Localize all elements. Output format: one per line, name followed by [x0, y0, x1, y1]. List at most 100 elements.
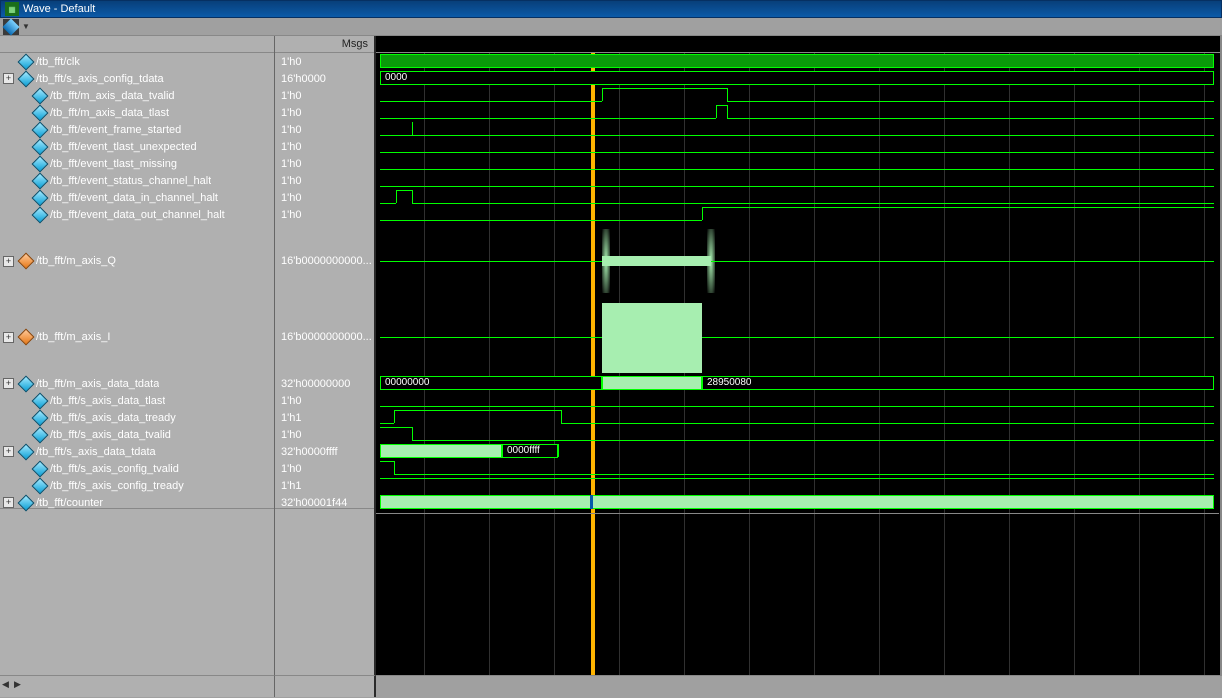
signal-row[interactable]: /tb_fft/event_frame_started	[0, 121, 274, 138]
value-row: 16'h0000	[275, 70, 374, 87]
signal-row[interactable]: /tb_fft/event_data_out_channel_halt	[0, 206, 274, 223]
signal-row[interactable]: /tb_fft/event_status_channel_halt	[0, 172, 274, 189]
value-row: 1'h0	[275, 87, 374, 104]
signal-name: /tb_fft/s_axis_data_tready	[50, 412, 176, 424]
signal-value: 1'h0	[275, 158, 301, 170]
signal-value: 16'h0000	[275, 73, 326, 85]
signal-row[interactable]: /tb_fft/event_data_in_channel_halt	[0, 189, 274, 206]
waveform-bit	[380, 135, 1214, 136]
signal-icon	[18, 443, 35, 460]
expand-button[interactable]: +	[3, 378, 14, 389]
value-row: 1'h0	[275, 121, 374, 138]
signal-row[interactable]: + /tb_fft/counter	[0, 494, 274, 511]
value-row: 1'h0	[275, 104, 374, 121]
signal-name: /tb_fft/clk	[36, 56, 80, 68]
signal-name: /tb_fft/s_axis_config_tdata	[36, 73, 164, 85]
scroll-left-icon[interactable]: ◀	[2, 679, 12, 691]
signal-name: /tb_fft/s_axis_data_tdata	[36, 446, 156, 458]
waveform-bit	[380, 186, 1214, 187]
expand-button[interactable]: +	[3, 497, 14, 508]
value-row: 1'h1	[275, 477, 374, 494]
value-row: 16'b0000000000...	[275, 299, 374, 375]
signal-icon	[32, 189, 49, 206]
signal-row[interactable]: /tb_fft/s_axis_config_tready	[0, 477, 274, 494]
signal-row[interactable]: + /tb_fft/m_axis_Q	[0, 223, 274, 299]
signal-column-header	[0, 36, 274, 53]
signal-name: /tb_fft/m_axis_I	[36, 331, 110, 343]
signal-value: 32'h00001f44	[275, 497, 347, 509]
signal-icon	[18, 329, 35, 346]
value-row: 1'h0	[275, 172, 374, 189]
signal-row[interactable]: + /tb_fft/m_axis_data_tdata	[0, 375, 274, 392]
signal-name: /tb_fft/s_axis_data_tvalid	[50, 429, 171, 441]
signal-value: 1'h0	[275, 107, 301, 119]
gem-icon[interactable]	[3, 19, 19, 35]
signal-value: 1'h0	[275, 463, 301, 475]
signal-value: 1'h0	[275, 429, 301, 441]
value-row: 16'b0000000000...	[275, 223, 374, 299]
signal-name: /tb_fft/s_axis_config_tready	[50, 480, 184, 492]
signal-icon	[18, 70, 35, 87]
waveform-bit	[380, 152, 1214, 153]
signal-row[interactable]: /tb_fft/clk	[0, 53, 274, 70]
expand-button[interactable]: +	[3, 332, 14, 343]
wave-footer[interactable]	[376, 675, 1222, 697]
waveform-bit	[380, 169, 1214, 170]
scroll-right-icon[interactable]: ▶	[14, 679, 24, 691]
signal-row[interactable]: /tb_fft/event_tlast_missing	[0, 155, 274, 172]
signal-icon	[32, 104, 49, 121]
value-row: 32'h00000000	[275, 375, 374, 392]
waveform-clock	[380, 54, 1214, 68]
signal-row[interactable]: /tb_fft/s_axis_data_tlast	[0, 392, 274, 409]
waveform-bit	[702, 207, 1214, 208]
signal-row[interactable]: /tb_fft/s_axis_data_tready	[0, 409, 274, 426]
signal-icon	[32, 172, 49, 189]
dropdown-arrow-icon[interactable]: ▼	[21, 19, 31, 35]
signal-row[interactable]: + /tb_fft/s_axis_config_tdata	[0, 70, 274, 87]
window-titlebar: ▦ Wave - Default	[0, 0, 1222, 18]
signal-value: 1'h0	[275, 192, 301, 204]
waveform-bit	[380, 478, 1214, 479]
signal-footer: ◀ ▶	[0, 675, 275, 697]
signal-name: /tb_fft/counter	[36, 497, 103, 509]
signal-name: /tb_fft/s_axis_config_tvalid	[50, 463, 179, 475]
signal-row[interactable]: /tb_fft/s_axis_config_tvalid	[0, 460, 274, 477]
signal-icon	[32, 409, 49, 426]
signal-icon	[32, 206, 49, 223]
value-row: 1'h0	[275, 460, 374, 477]
value-list: 1'h0 16'h0000 1'h0 1'h0 1'h0 1'h0 1'h0 1'h0 1'h0…	[275, 53, 376, 675]
expand-button[interactable]: +	[3, 73, 14, 84]
signal-value: 1'h0	[275, 175, 301, 187]
wave-app-icon: ▦	[5, 2, 19, 16]
value-row: 1'h0	[275, 426, 374, 443]
signal-value: 1'h0	[275, 141, 301, 153]
signal-name: /tb_fft/s_axis_data_tlast	[50, 395, 165, 407]
signal-list[interactable]: /tb_fft/clk + /tb_fft/s_axis_config_tdata /…	[0, 53, 275, 675]
waveform-bit	[561, 423, 1214, 424]
signal-row[interactable]: /tb_fft/s_axis_data_tvalid	[0, 426, 274, 443]
signal-icon	[32, 138, 49, 155]
signal-icon	[32, 460, 49, 477]
signal-row[interactable]: /tb_fft/m_axis_data_tvalid	[0, 87, 274, 104]
wave-toolbar: ▼	[0, 18, 1222, 36]
signal-icon	[18, 253, 35, 270]
signal-row[interactable]: /tb_fft/m_axis_data_tlast	[0, 104, 274, 121]
signal-row[interactable]: + /tb_fft/s_axis_data_tdata	[0, 443, 274, 460]
signal-icon	[18, 53, 35, 70]
signal-value: 1'h0	[275, 90, 301, 102]
window-title: Wave - Default	[23, 3, 95, 15]
waveform-bit	[380, 406, 1214, 407]
signal-name: /tb_fft/event_frame_started	[50, 124, 181, 136]
signal-name: /tb_fft/m_axis_data_tdata	[36, 378, 159, 390]
signal-icon	[32, 426, 49, 443]
signal-row[interactable]: + /tb_fft/m_axis_I	[0, 299, 274, 375]
signal-value: 1'h1	[275, 480, 301, 492]
waveform-bit	[727, 118, 1214, 119]
waveform-area[interactable]: 000000000000289500800000ffff	[376, 53, 1222, 675]
signal-name: /tb_fft/m_axis_Q	[36, 255, 116, 267]
expand-button[interactable]: +	[3, 446, 14, 457]
signal-icon	[32, 477, 49, 494]
signal-row[interactable]: /tb_fft/event_tlast_unexpected	[0, 138, 274, 155]
signal-name: /tb_fft/event_data_in_channel_halt	[50, 192, 218, 204]
expand-button[interactable]: +	[3, 256, 14, 267]
